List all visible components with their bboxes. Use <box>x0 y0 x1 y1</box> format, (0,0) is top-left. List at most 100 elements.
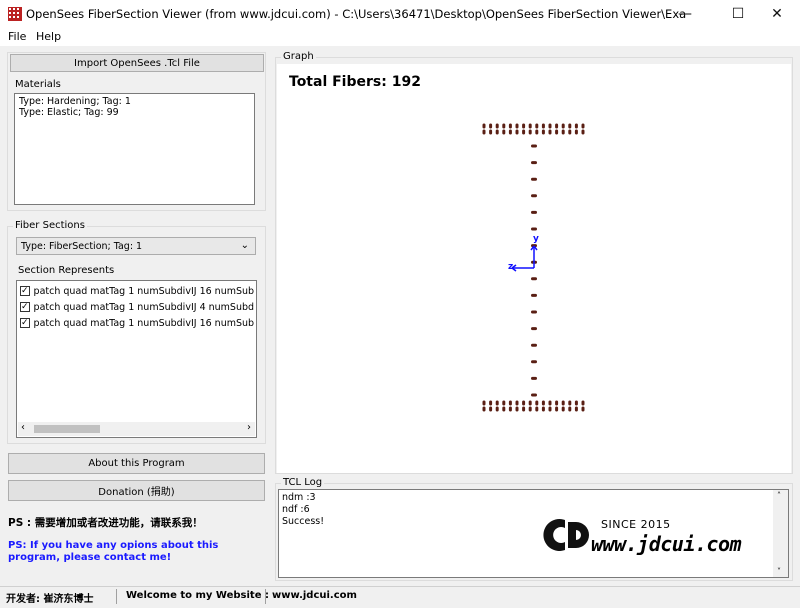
top-flange-fiber <box>548 123 552 129</box>
bottom-flange-fiber <box>568 400 572 406</box>
status-separator <box>116 589 117 604</box>
log-line: ndm :3 <box>282 492 316 503</box>
log-line: ndf :6 <box>282 504 310 515</box>
top-flange-fiber <box>541 123 545 129</box>
bottom-flange-fiber <box>548 406 552 412</box>
web-fiber <box>531 310 537 314</box>
bottom-flange-fiber <box>574 400 578 406</box>
scroll-right-icon[interactable]: › <box>247 422 251 433</box>
bottom-flange-fiber <box>522 400 526 406</box>
section-item[interactable]: ✓ patch quad matTag 1 numSubdivIJ 16 numS… <box>20 283 254 299</box>
bottom-flange-fiber <box>555 406 559 412</box>
bottom-flange-fiber <box>541 400 545 406</box>
checkbox[interactable]: ✓ <box>20 286 30 296</box>
top-flange-fiber <box>535 129 539 135</box>
bottom-flange-fiber <box>528 400 532 406</box>
horizontal-scrollbar[interactable]: ‹ › <box>18 422 255 436</box>
chevron-down-icon: ⌄ <box>240 240 249 251</box>
bottom-flange-fiber <box>561 400 565 406</box>
scroll-up-icon[interactable]: ˄ <box>777 491 781 500</box>
ps-chinese-text: PS : 需要增加或者改进功能，请联系我！ <box>8 517 203 529</box>
materials-list[interactable]: Type: Hardening; Tag: 1 Type: Elastic; T… <box>14 93 255 205</box>
top-flange-fiber <box>522 123 526 129</box>
top-flange-fiber <box>561 129 565 135</box>
minimize-button[interactable]: — <box>662 0 708 28</box>
section-represents-list[interactable]: ✓ patch quad matTag 1 numSubdivIJ 16 numS… <box>16 280 257 438</box>
top-flange-fiber <box>508 123 512 129</box>
axis-y-label: y <box>533 234 539 244</box>
top-flange-fiber <box>489 129 493 135</box>
top-flange-fiber <box>502 129 506 135</box>
top-flange-fiber <box>555 123 559 129</box>
top-flange-fiber <box>548 129 552 135</box>
import-tcl-button[interactable]: Import OpenSees .Tcl File <box>10 54 264 72</box>
top-flange-fiber <box>581 129 585 135</box>
ps-english-text: PS: If you have any opions about this pr… <box>8 540 219 563</box>
bottom-flange-fiber <box>502 406 506 412</box>
top-flange-fiber <box>515 129 519 135</box>
checkbox[interactable]: ✓ <box>20 318 30 328</box>
axis-z-label: z <box>508 262 514 272</box>
vertical-scrollbar[interactable]: ˄ ˅ <box>773 490 788 577</box>
web-fiber <box>531 376 537 380</box>
web-fiber <box>531 327 537 331</box>
bottom-flange-fiber <box>574 406 578 412</box>
top-flange-fiber <box>568 129 572 135</box>
about-button[interactable]: About this Program <box>8 453 265 474</box>
developer-text: 开发者: 崔济东博士 <box>6 594 94 605</box>
top-flange-fiber <box>574 129 578 135</box>
web-fiber <box>531 210 537 214</box>
web-fiber <box>531 293 537 297</box>
top-flange-fiber <box>482 123 486 129</box>
logo-since-text: SINCE 2015 <box>601 518 671 531</box>
bottom-flange-fiber <box>515 400 519 406</box>
donation-button[interactable]: Donation (捐助) <box>8 480 265 501</box>
logo-url-text: www.jdcui.com <box>591 532 742 556</box>
top-flange-fiber <box>561 123 565 129</box>
checkbox[interactable]: ✓ <box>20 302 30 312</box>
section-item[interactable]: ✓ patch quad matTag 1 numSubdivIJ 16 numS… <box>20 315 254 331</box>
tcl-log-textbox[interactable]: ndm :3 ndf :6 Success! ˄ ˅ SINCE 2015 ww… <box>278 489 789 578</box>
web-fiber <box>531 277 537 281</box>
material-item[interactable]: Type: Hardening; Tag: 1 <box>19 96 250 107</box>
top-flange-fiber <box>502 123 506 129</box>
bottom-flange-fiber <box>495 400 499 406</box>
section-item[interactable]: ✓ patch quad matTag 1 numSubdivIJ 4 numSu… <box>20 299 254 315</box>
web-fiber <box>531 343 537 347</box>
scroll-down-icon[interactable]: ˅ <box>777 567 781 576</box>
menu-file[interactable]: File <box>8 30 26 43</box>
top-flange-fiber <box>528 123 532 129</box>
top-flange-fiber <box>515 123 519 129</box>
welcome-text: Welcome to my Website : <box>126 590 269 601</box>
bottom-flange-fiber <box>581 406 585 412</box>
app-icon <box>8 7 22 21</box>
tcl-log-label: TCL Log <box>281 477 325 488</box>
graph-canvas[interactable]: Total Fibers: 192 y z <box>277 64 791 473</box>
bottom-flange-fiber <box>489 400 493 406</box>
top-flange-fiber <box>522 129 526 135</box>
fiber-sections-label: Fiber Sections <box>13 220 87 231</box>
status-bar <box>0 586 800 608</box>
materials-label: Materials <box>13 79 63 90</box>
bottom-flange-fiber <box>541 406 545 412</box>
section-represents-label: Section Represents <box>18 265 115 276</box>
fiber-section-select[interactable]: Type: FiberSection; Tag: 1 ⌄ <box>16 237 256 255</box>
status-separator <box>265 589 266 604</box>
bottom-flange-fiber <box>482 406 486 412</box>
menu-help[interactable]: Help <box>36 30 61 43</box>
website-link[interactable]: www.jdcui.com <box>272 590 357 601</box>
top-flange-fiber <box>581 123 585 129</box>
top-flange-fiber <box>528 129 532 135</box>
bottom-flange-fiber <box>561 406 565 412</box>
bottom-flange-fiber <box>515 406 519 412</box>
bottom-flange-fiber <box>489 406 493 412</box>
top-flange-fiber <box>568 123 572 129</box>
web-fiber <box>531 194 537 198</box>
scroll-left-icon[interactable]: ‹ <box>21 422 25 433</box>
close-button[interactable]: ✕ <box>754 0 800 28</box>
bottom-flange-fiber <box>482 400 486 406</box>
material-item[interactable]: Type: Elastic; Tag: 99 <box>19 107 250 118</box>
bottom-flange-fiber <box>581 400 585 406</box>
scrollbar-thumb[interactable] <box>34 425 100 433</box>
graph-label: Graph <box>281 51 316 62</box>
